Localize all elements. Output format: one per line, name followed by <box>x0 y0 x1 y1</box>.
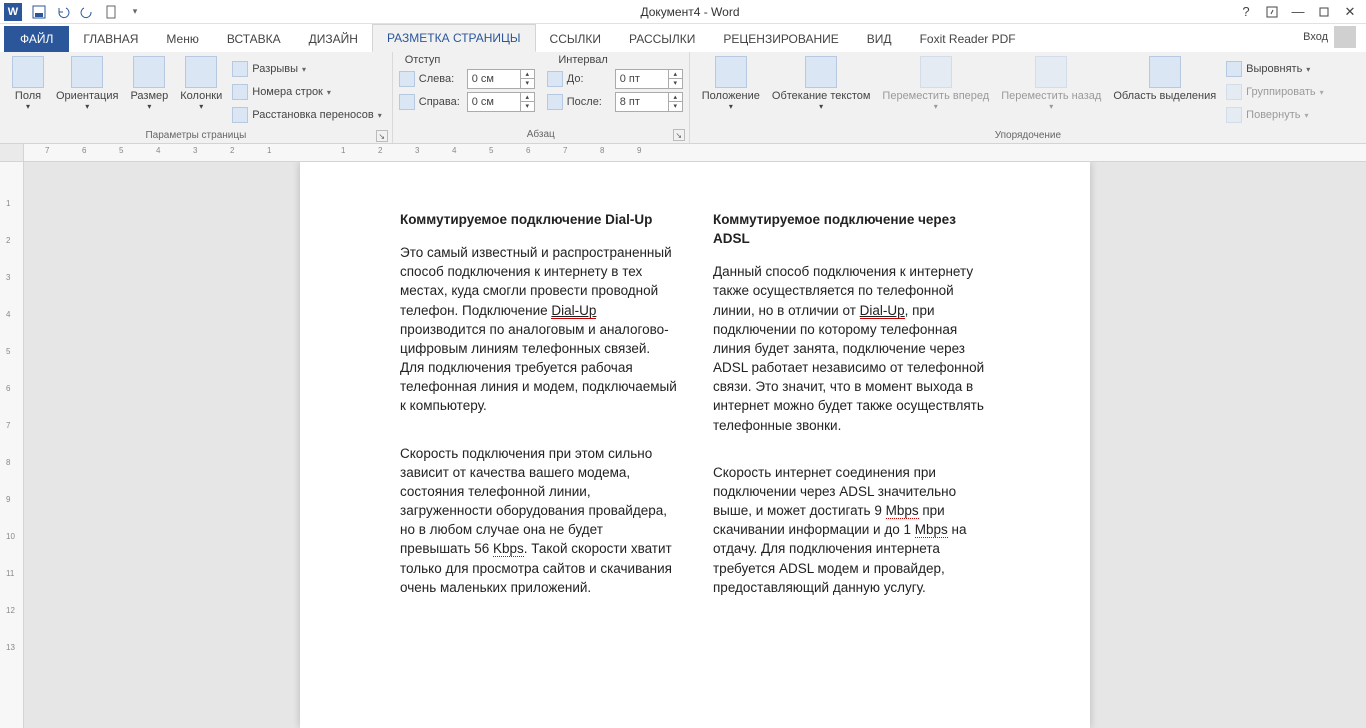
position-button[interactable]: Положение▾ <box>696 54 766 113</box>
quick-access-toolbar: W ▾ <box>0 1 146 23</box>
redo-button[interactable] <box>76 1 98 23</box>
qat-customize-button[interactable]: ▾ <box>124 1 146 23</box>
space-after-icon <box>547 94 563 110</box>
selection-pane-icon <box>1149 56 1181 88</box>
col2-para1: Данный способ подключения к интернету та… <box>713 262 990 434</box>
indent-left-icon <box>399 71 415 87</box>
window-title: Документ4 - Word <box>146 5 1234 19</box>
margins-icon <box>12 56 44 88</box>
signin-label: Вход <box>1303 31 1328 43</box>
word-app-icon: W <box>4 3 22 21</box>
indent-right-input[interactable]: 0 см▴▾ <box>467 92 535 112</box>
tab-references[interactable]: ССЫЛКИ <box>536 26 615 52</box>
size-button[interactable]: Размер▾ <box>124 54 174 113</box>
indent-right-icon <box>399 94 415 110</box>
tab-review[interactable]: РЕЦЕНЗИРОВАНИЕ <box>709 26 852 52</box>
position-icon <box>715 56 747 88</box>
group-label-arrange: Упорядочение <box>995 130 1061 141</box>
wrap-text-button[interactable]: Обтекание текстом▾ <box>766 54 877 113</box>
column-2: Коммутируемое подключение через ADSL Дан… <box>713 210 990 625</box>
space-after-input[interactable]: 8 пт▴▾ <box>615 92 683 112</box>
tab-file[interactable]: ФАЙЛ <box>4 26 69 52</box>
hyphenation-icon <box>232 107 248 123</box>
backward-icon <box>1035 56 1067 88</box>
bring-forward-button[interactable]: Переместить вперед▾ <box>876 54 995 113</box>
forward-icon <box>920 56 952 88</box>
minimize-button[interactable]: — <box>1286 1 1310 23</box>
column-1: Коммутируемое подключение Dial-Up Это са… <box>400 210 677 625</box>
workspace: 12345678910111213 Коммутируемое подключе… <box>0 162 1366 728</box>
ribbon-tabs: ФАЙЛ ГЛАВНАЯ Меню ВСТАВКА ДИЗАЙН РАЗМЕТК… <box>0 24 1366 52</box>
columns-icon <box>185 56 217 88</box>
paragraph-launcher[interactable]: ↘ <box>673 129 685 141</box>
undo-button[interactable] <box>52 1 74 23</box>
wrap-icon <box>805 56 837 88</box>
tab-menu[interactable]: Меню <box>152 26 212 52</box>
maximize-button[interactable] <box>1312 1 1336 23</box>
document-canvas[interactable]: Коммутируемое подключение Dial-Up Это са… <box>24 162 1366 728</box>
window-controls: ? — ✕ <box>1234 1 1366 23</box>
align-icon <box>1226 61 1242 77</box>
orientation-button[interactable]: Ориентация▾ <box>50 54 124 113</box>
columns-button[interactable]: Колонки▾ <box>174 54 228 113</box>
new-doc-button[interactable] <box>100 1 122 23</box>
group-icon <box>1226 84 1242 100</box>
save-button[interactable] <box>28 1 50 23</box>
line-numbers-icon <box>232 84 248 100</box>
tab-page-layout[interactable]: РАЗМЕТКА СТРАНИЦЫ <box>372 24 536 52</box>
space-before-icon <box>547 71 563 87</box>
col2-heading: Коммутируемое подключение через ADSL <box>713 210 990 248</box>
avatar-icon <box>1334 26 1356 48</box>
breaks-button[interactable]: Разрывы▾ <box>228 58 386 80</box>
tab-insert[interactable]: ВСТАВКА <box>213 26 295 52</box>
close-button[interactable]: ✕ <box>1338 1 1362 23</box>
group-label-paragraph: Абзац <box>527 129 555 140</box>
hyphenation-button[interactable]: Расстановка переносов▾ <box>228 104 386 126</box>
col1-para1: Это самый известный и распространенный с… <box>400 243 677 415</box>
line-numbers-button[interactable]: Номера строк▾ <box>228 81 386 103</box>
indent-header: Отступ <box>405 54 441 66</box>
title-bar: W ▾ Документ4 - Word ? — ✕ <box>0 0 1366 24</box>
breaks-icon <box>232 61 248 77</box>
margins-button[interactable]: Поля▾ <box>6 54 50 113</box>
ruler-corner <box>0 144 24 161</box>
size-icon <box>133 56 165 88</box>
indent-left-input[interactable]: 0 см▴▾ <box>467 69 535 89</box>
ribbon-display-button[interactable] <box>1260 1 1284 23</box>
selection-pane-button[interactable]: Область выделения <box>1107 54 1222 104</box>
horizontal-ruler[interactable]: 1110987654321123456789 <box>0 144 1366 162</box>
col1-para2: Скорость подключения при этом сильно зав… <box>400 444 677 597</box>
tab-design[interactable]: ДИЗАЙН <box>295 26 372 52</box>
page[interactable]: Коммутируемое подключение Dial-Up Это са… <box>300 162 1090 728</box>
col1-heading: Коммутируемое подключение Dial-Up <box>400 210 677 229</box>
group-label-page-setup: Параметры страницы <box>145 130 246 141</box>
account-area[interactable]: Вход <box>1293 22 1366 52</box>
tab-foxit[interactable]: Foxit Reader PDF <box>906 26 1030 52</box>
spacing-header: Интервал <box>558 54 607 66</box>
align-button[interactable]: Выровнять▾ <box>1222 58 1328 80</box>
group-button[interactable]: Группировать▾ <box>1222 81 1328 103</box>
tab-view[interactable]: ВИД <box>853 26 906 52</box>
help-button[interactable]: ? <box>1234 1 1258 23</box>
orientation-icon <box>71 56 103 88</box>
vertical-ruler[interactable]: 12345678910111213 <box>0 162 24 728</box>
send-backward-button[interactable]: Переместить назад▾ <box>995 54 1107 113</box>
tab-home[interactable]: ГЛАВНАЯ <box>69 26 152 52</box>
space-before-input[interactable]: 0 пт▴▾ <box>615 69 683 89</box>
tab-mailings[interactable]: РАССЫЛКИ <box>615 26 709 52</box>
page-setup-launcher[interactable]: ↘ <box>376 130 388 142</box>
rotate-button[interactable]: Повернуть▾ <box>1222 104 1328 126</box>
ribbon-panel: Поля▾ Ориентация▾ Размер▾ Колонки▾ Разры… <box>0 52 1366 144</box>
rotate-icon <box>1226 107 1242 123</box>
col2-para2: Скорость интернет соединения при подключ… <box>713 463 990 597</box>
